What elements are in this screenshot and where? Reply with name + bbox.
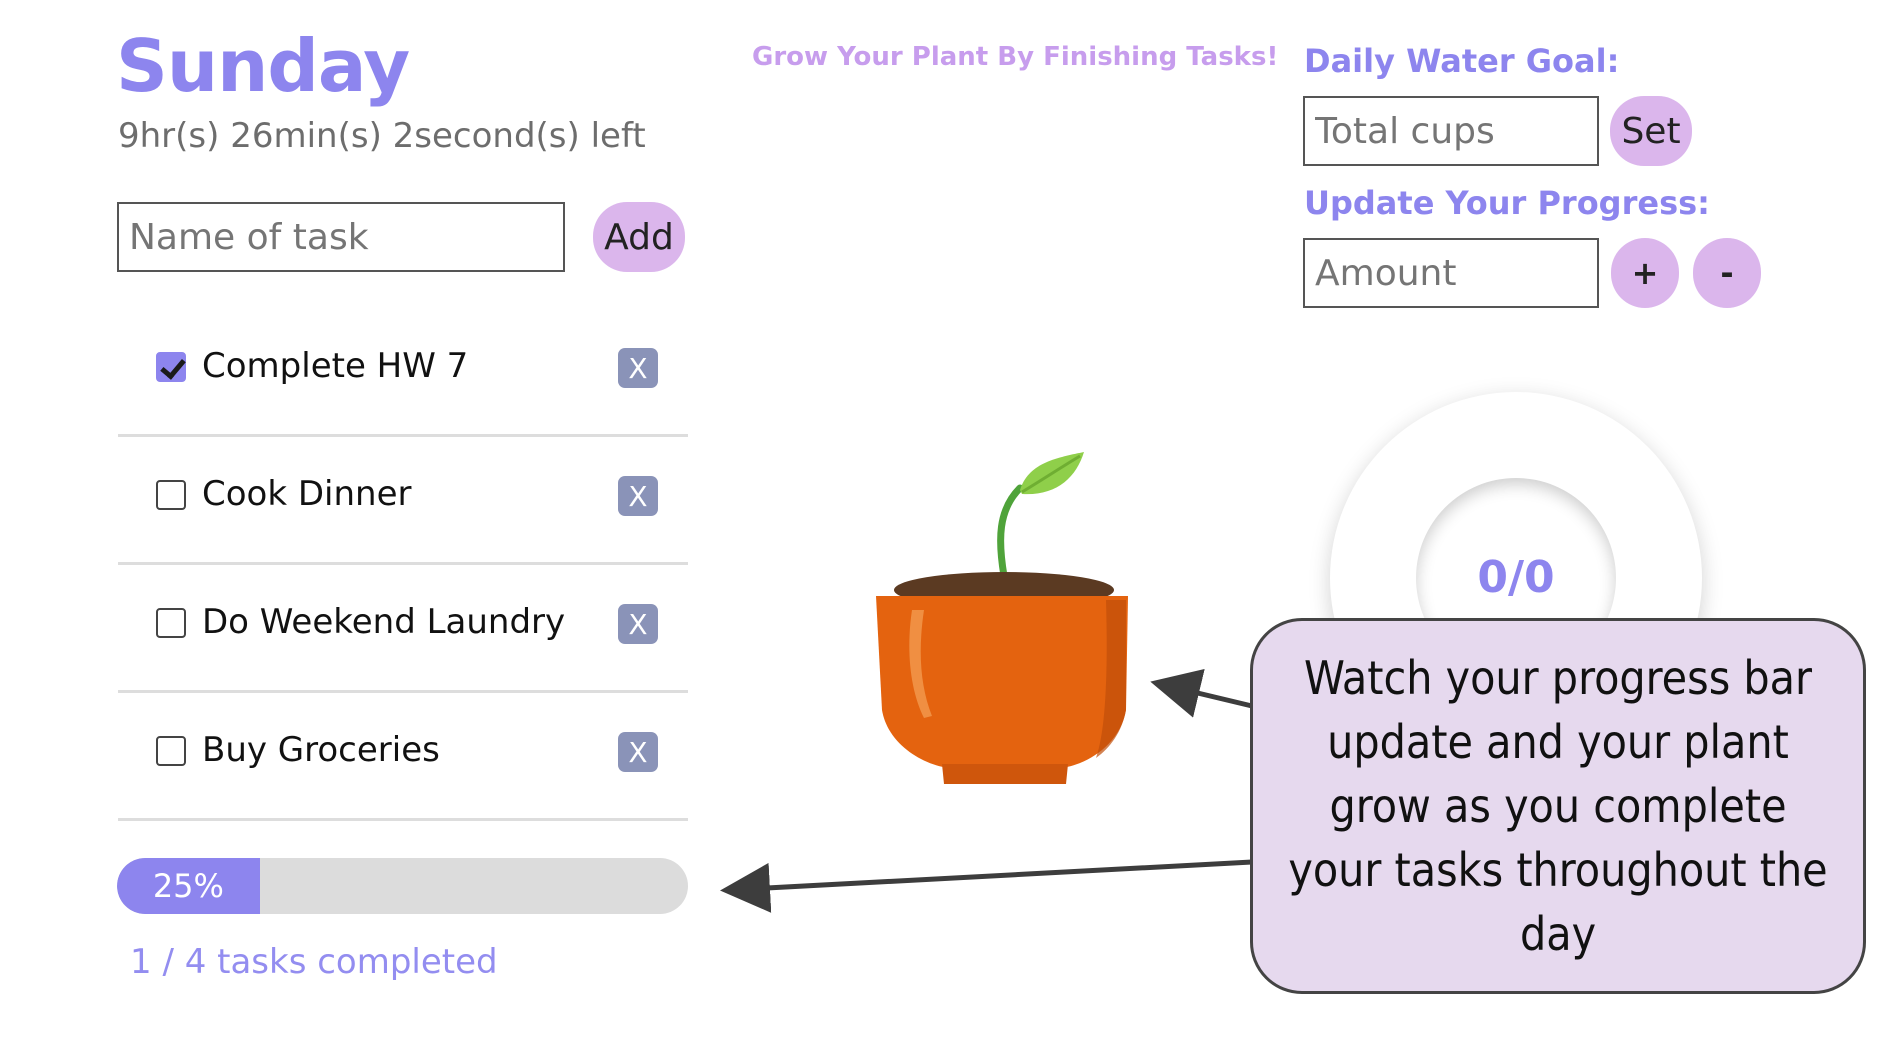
- arrow-to-plant: [1150, 668, 1253, 718]
- callout-text: Watch your progress bar update and your …: [1288, 651, 1828, 961]
- annotation-callout: Watch your progress bar update and your …: [1250, 618, 1866, 994]
- arrow-to-progress-bar: [720, 859, 1253, 913]
